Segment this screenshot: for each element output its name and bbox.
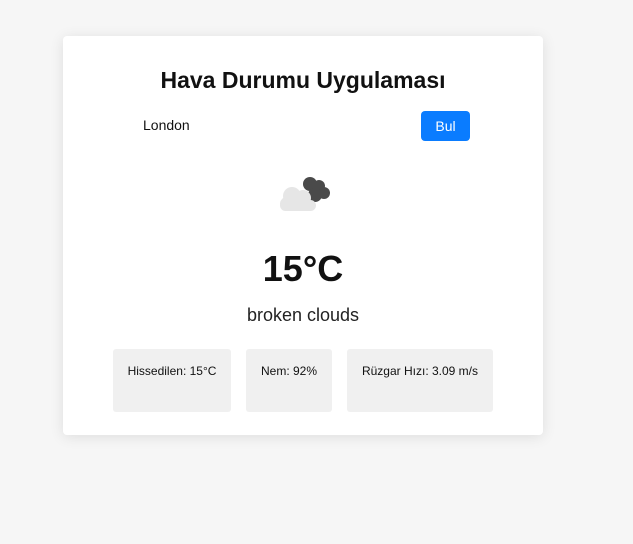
wind-speed-text: Rüzgar Hızı: 3.09 m/s bbox=[361, 364, 479, 378]
humidity-text: Nem: 92% bbox=[260, 364, 318, 378]
temperature-value: 15°C bbox=[262, 248, 344, 289]
weather-description: broken clouds bbox=[246, 305, 360, 325]
feels-like-box: Hissedilen: 15°C bbox=[113, 349, 231, 412]
weather-card: Hava Durumu Uygulaması Bul 15°C broken c… bbox=[63, 36, 543, 435]
feels-like-text: Hissedilen: 15°C bbox=[127, 364, 217, 378]
humidity-box: Nem: 92% bbox=[246, 349, 332, 412]
broken-clouds-icon bbox=[273, 170, 335, 220]
wind-speed-box: Rüzgar Hızı: 3.09 m/s bbox=[347, 349, 493, 412]
page-title: Hava Durumu Uygulaması bbox=[160, 67, 446, 93]
search-button[interactable]: Bul bbox=[421, 111, 470, 141]
city-search-input[interactable] bbox=[141, 112, 415, 138]
